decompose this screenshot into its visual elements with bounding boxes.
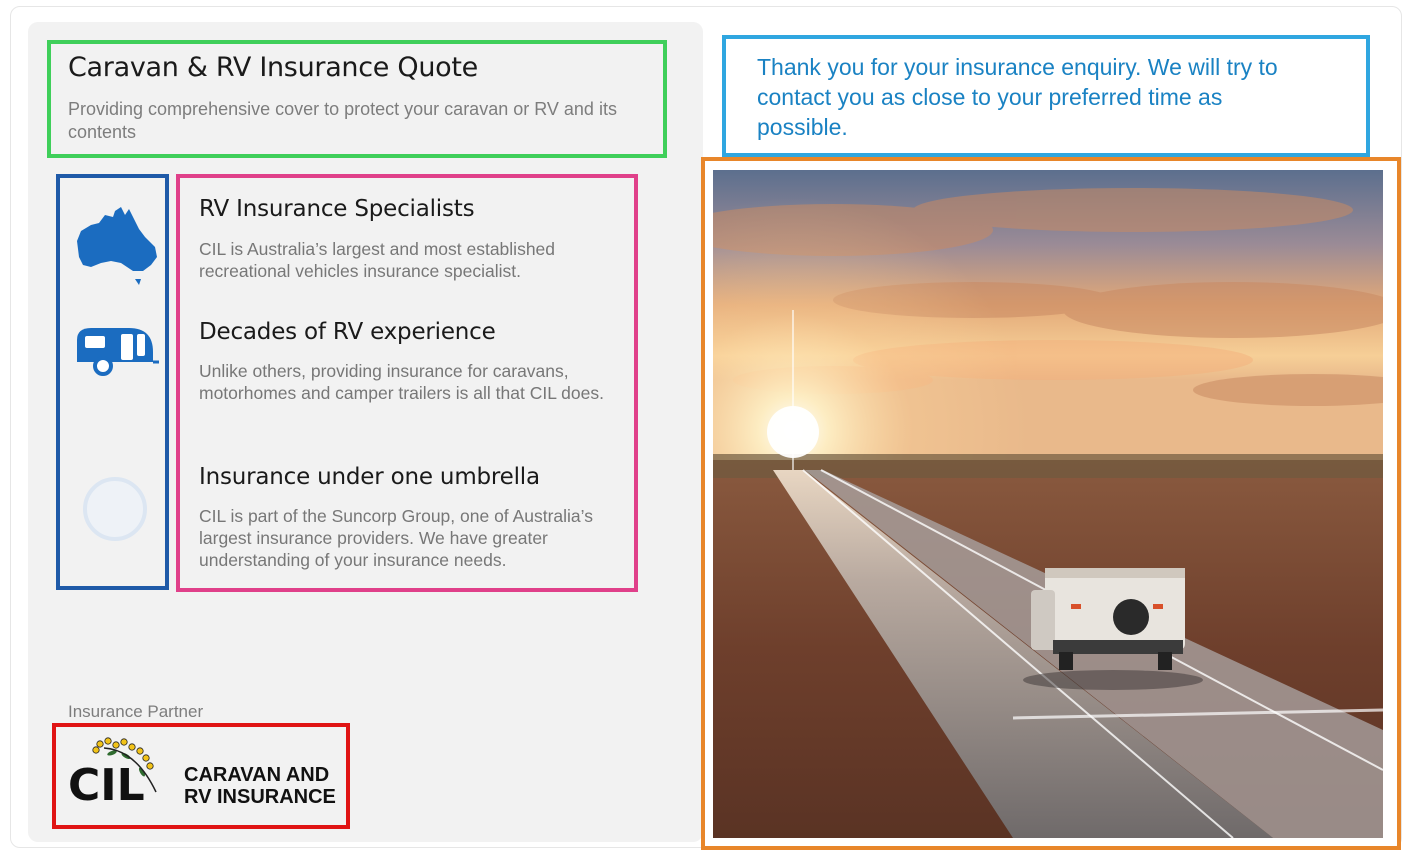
header-annotation-box	[47, 40, 667, 158]
partner-label: Insurance Partner	[68, 702, 204, 721]
features-annotation-box	[176, 174, 638, 592]
message-annotation-box	[722, 35, 1370, 157]
image-annotation-box	[701, 157, 1401, 850]
icons-annotation-box	[56, 174, 169, 590]
logo-annotation-box	[52, 723, 350, 829]
